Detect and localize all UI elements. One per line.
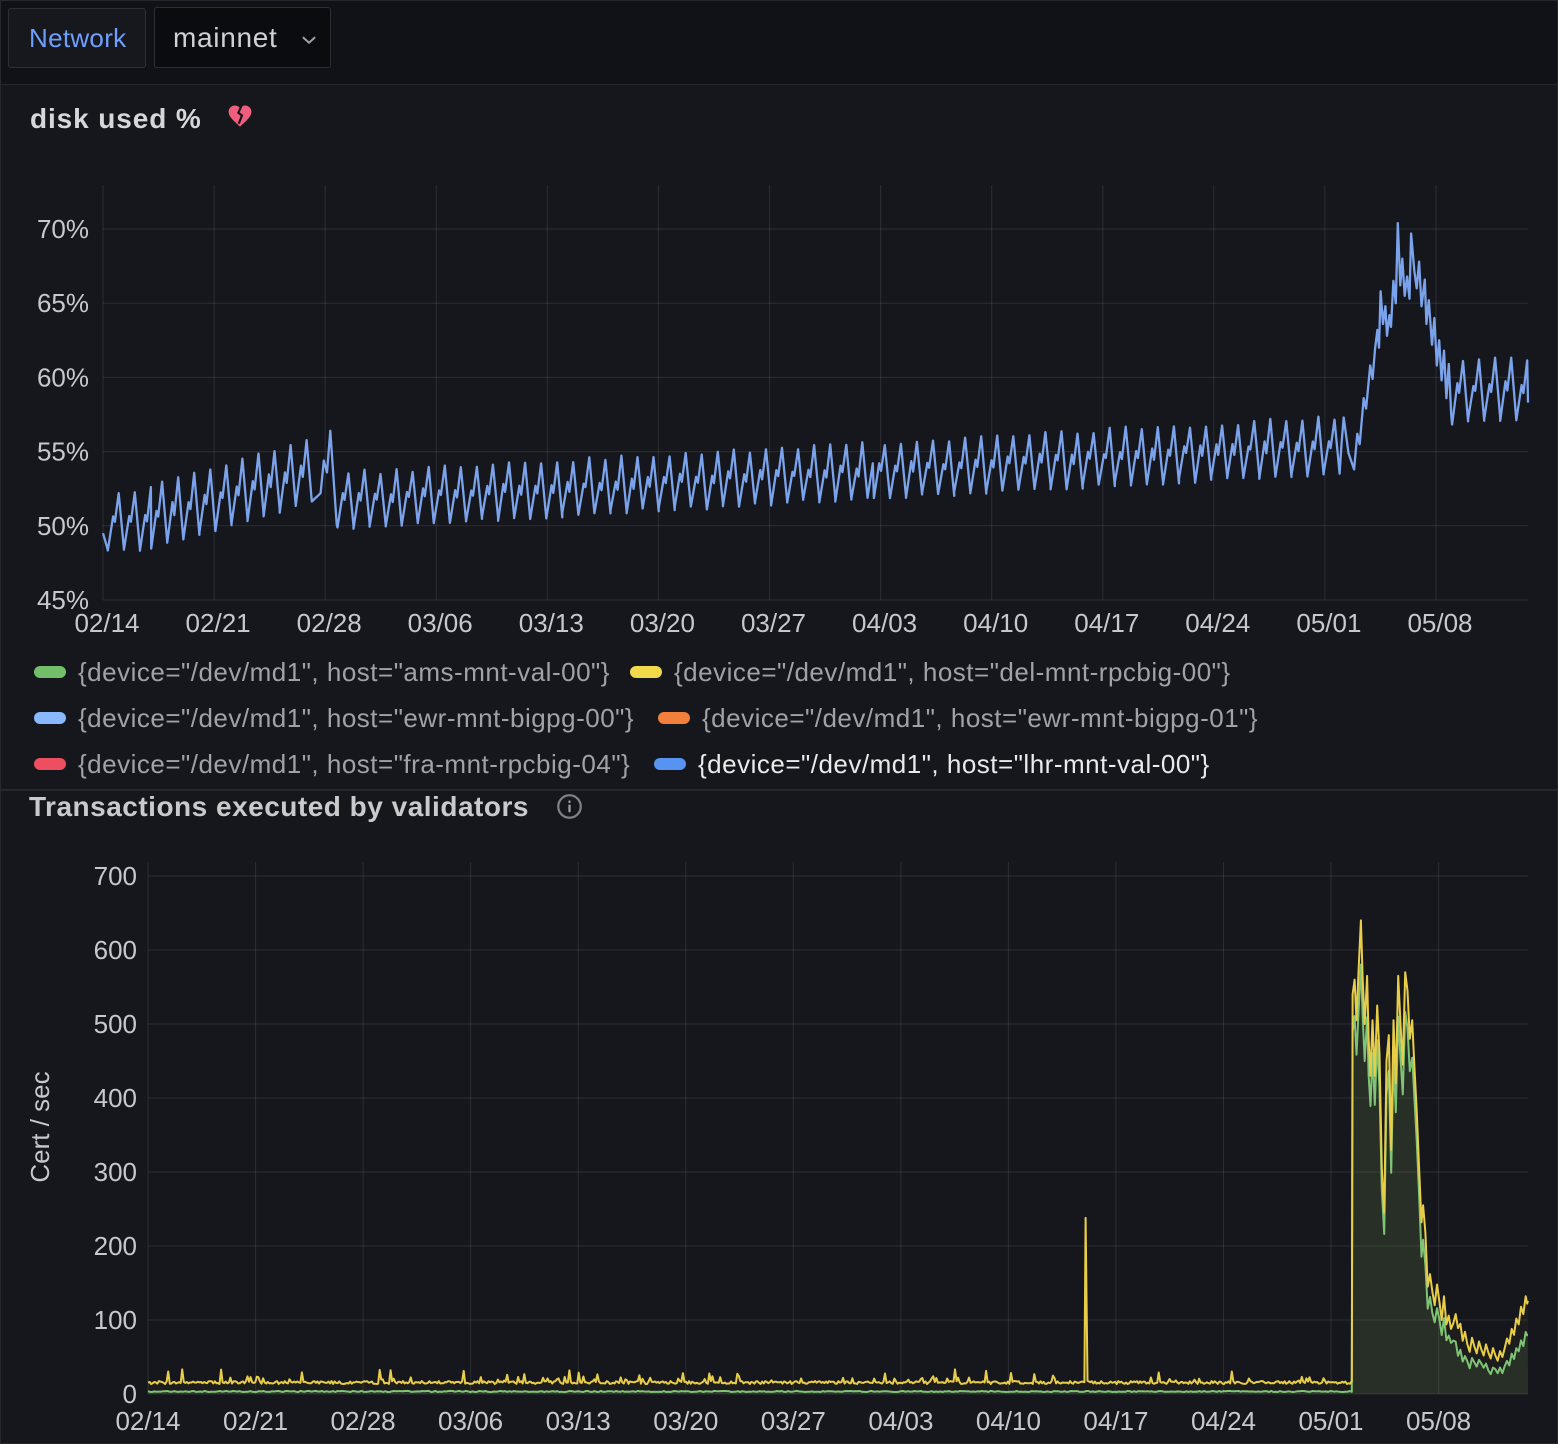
svg-text:04/17: 04/17: [1083, 1406, 1148, 1436]
svg-text:60%: 60%: [37, 362, 89, 392]
svg-text:04/03: 04/03: [852, 608, 917, 638]
svg-text:300: 300: [94, 1157, 137, 1187]
svg-text:03/13: 03/13: [546, 1406, 611, 1436]
svg-text:04/03: 04/03: [868, 1406, 933, 1436]
svg-text:55%: 55%: [37, 437, 89, 467]
svg-text:Cert / sec: Cert / sec: [25, 1071, 55, 1182]
svg-text:02/21: 02/21: [186, 608, 251, 638]
svg-text:50%: 50%: [37, 511, 89, 541]
svg-text:04/24: 04/24: [1191, 1406, 1256, 1436]
svg-text:03/13: 03/13: [519, 608, 584, 638]
svg-text:02/28: 02/28: [297, 608, 362, 638]
svg-text:04/17: 04/17: [1074, 608, 1139, 638]
svg-text:0: 0: [123, 1379, 137, 1409]
svg-text:05/01: 05/01: [1298, 1406, 1363, 1436]
svg-text:03/27: 03/27: [761, 1406, 826, 1436]
svg-text:200: 200: [94, 1231, 137, 1261]
svg-text:65%: 65%: [37, 288, 89, 318]
svg-text:05/08: 05/08: [1406, 1406, 1471, 1436]
svg-text:03/27: 03/27: [741, 608, 806, 638]
svg-text:02/14: 02/14: [74, 608, 139, 638]
svg-text:04/10: 04/10: [963, 608, 1028, 638]
svg-text:500: 500: [94, 1009, 137, 1039]
svg-text:04/10: 04/10: [976, 1406, 1041, 1436]
svg-text:600: 600: [94, 935, 137, 965]
svg-text:05/08: 05/08: [1407, 608, 1472, 638]
svg-text:05/01: 05/01: [1296, 608, 1361, 638]
svg-text:02/21: 02/21: [223, 1406, 288, 1436]
svg-text:02/14: 02/14: [115, 1406, 180, 1436]
svg-text:04/24: 04/24: [1185, 608, 1250, 638]
svg-text:100: 100: [94, 1305, 137, 1335]
svg-text:03/20: 03/20: [630, 608, 695, 638]
svg-text:03/06: 03/06: [408, 608, 473, 638]
svg-text:02/28: 02/28: [331, 1406, 396, 1436]
svg-text:400: 400: [94, 1083, 137, 1113]
svg-text:03/06: 03/06: [438, 1406, 503, 1436]
svg-text:70%: 70%: [37, 214, 89, 244]
svg-text:700: 700: [94, 861, 137, 891]
svg-text:03/20: 03/20: [653, 1406, 718, 1436]
